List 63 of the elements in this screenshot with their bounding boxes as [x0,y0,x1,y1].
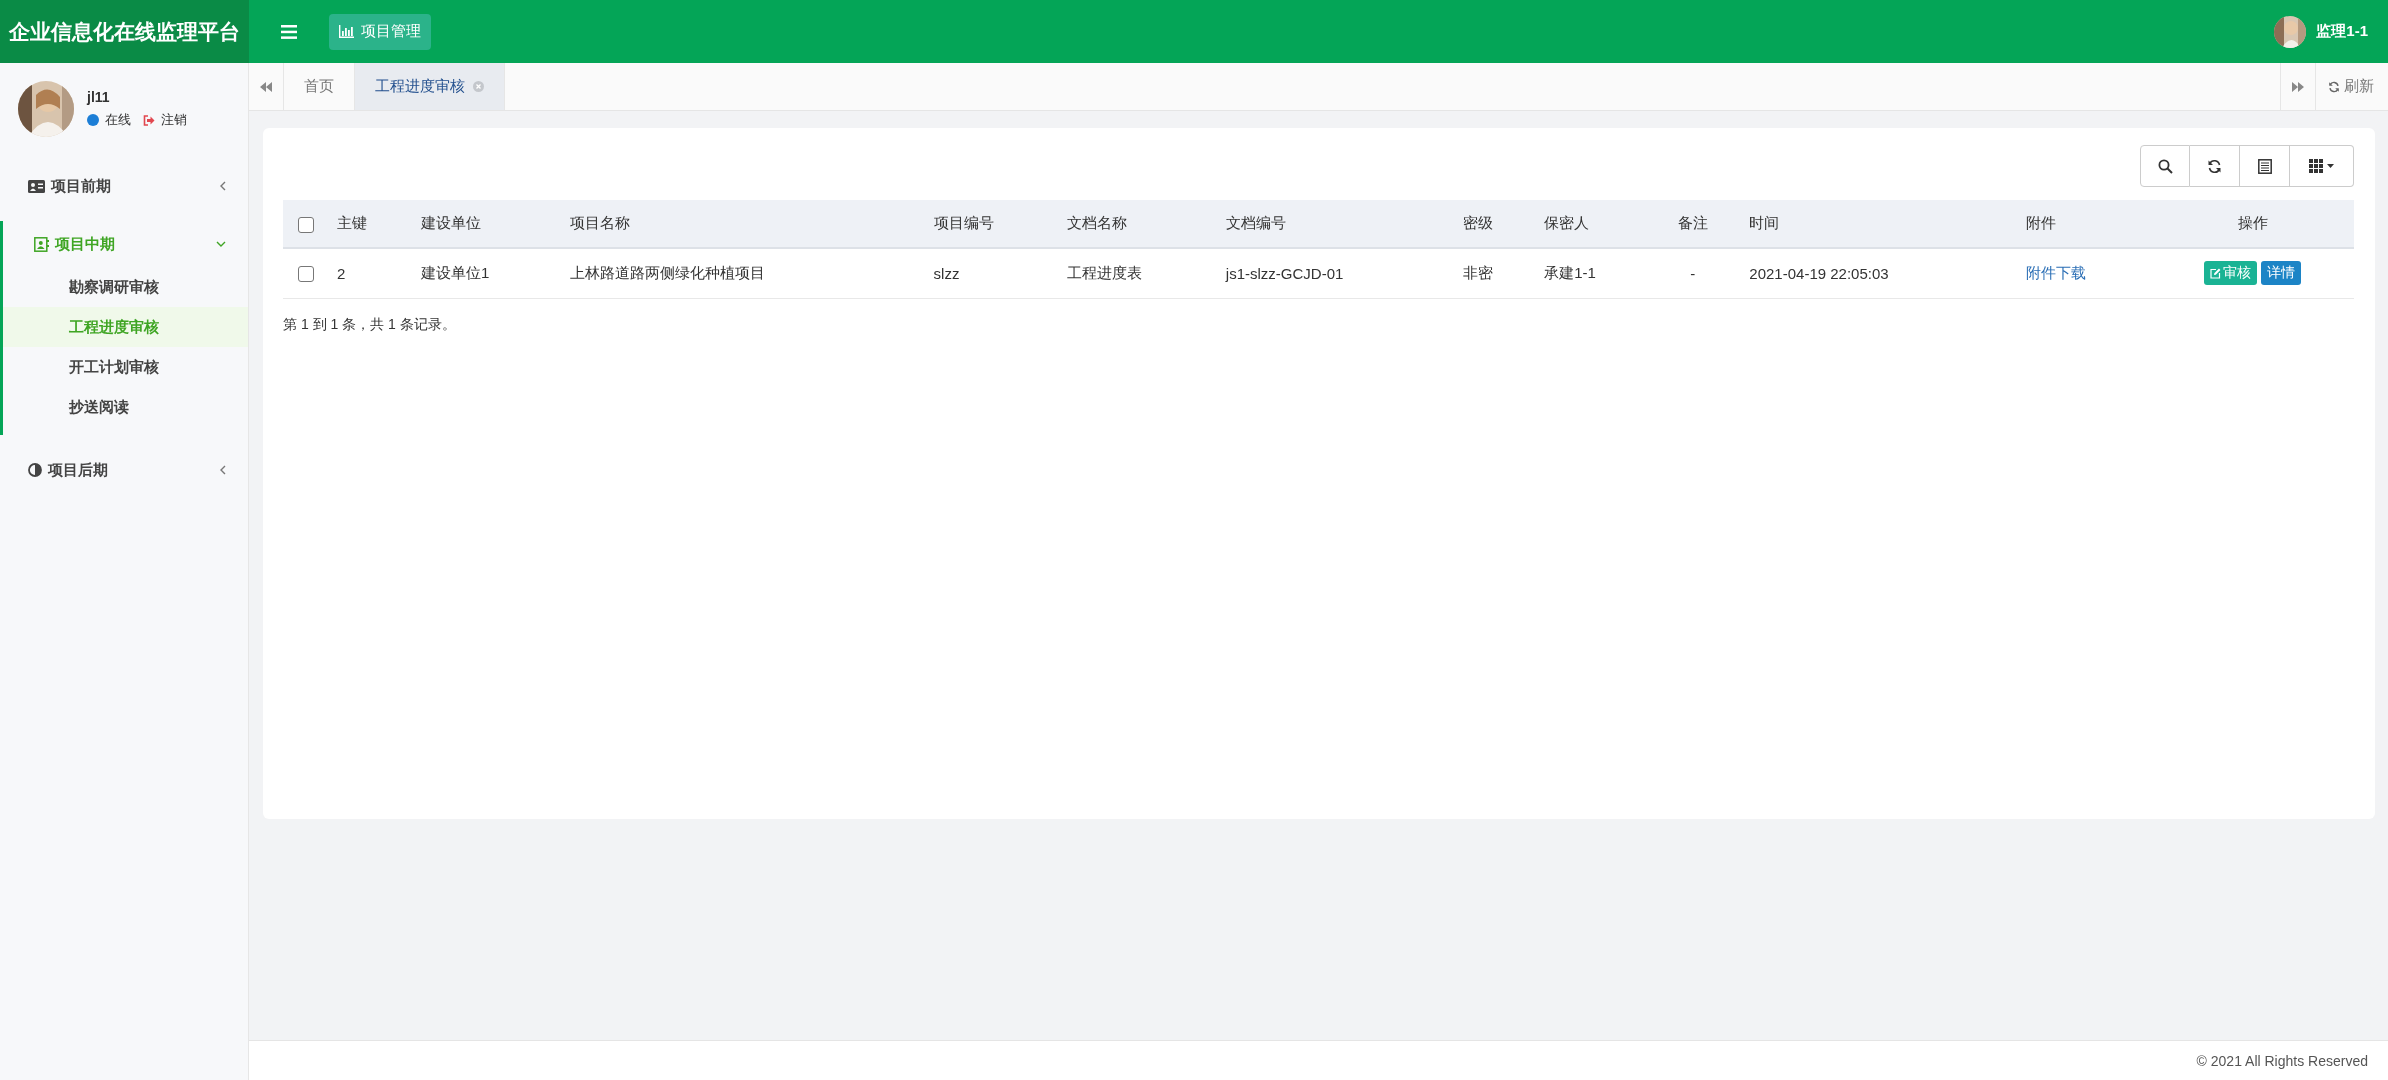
column-header: 密级 [1463,214,1494,231]
table-cell: 2 [337,264,346,282]
half-circle-icon [28,463,42,477]
column-header: 操作 [2237,214,2268,231]
menu-item[interactable]: 项目后期 [0,447,248,493]
table-cell: 2021-04-19 22:05:03 [1749,264,1889,282]
column-header: 项目编号 [933,214,994,231]
search-button[interactable] [2140,145,2190,187]
logout-link[interactable]: 注销 [161,111,187,129]
submenu-item[interactable]: 勘察调研审核 [3,267,248,307]
table-cell: 建设单位1 [421,263,490,281]
reload-button[interactable] [2190,145,2240,187]
checkbox[interactable] [298,266,314,283]
bar-chart-icon [339,25,354,38]
toggle-view-button[interactable] [2240,145,2290,187]
submenu-item[interactable]: 工程进度审核 [3,307,248,347]
double-left-icon [260,81,272,92]
id-card-icon [28,179,45,193]
chevron-icon [219,181,226,191]
refresh-icon [2328,80,2340,93]
app-title: 企业信息化在线监理平台 [9,18,240,46]
table-cell: 工程进度表 [1066,263,1142,281]
column-header: 文档名称 [1066,214,1127,231]
menu-item[interactable]: 项目前期 [0,163,248,209]
column-header: 主键 [337,214,368,231]
column-header: 时间 [1749,214,1780,231]
column-header: 文档编号 [1225,214,1286,231]
detail-button[interactable]: 详情 [2261,261,2302,286]
refresh-icon [2207,158,2222,174]
user-name[interactable]: 监理1-1 [2316,22,2368,41]
table-cell: 上林路道路两侧绿化种植项目 [570,263,766,281]
status-text: 在线 [105,111,131,129]
list-icon [2257,158,2272,174]
checkbox[interactable] [298,216,314,233]
logout-icon[interactable] [143,114,155,126]
pagination-text: 第 1 到 1 条，共 1 条记录。 [283,315,457,334]
grid-icon [2308,159,2335,173]
table-cell: slzz [933,264,960,282]
chevron-icon [216,240,226,248]
columns-button[interactable] [2290,145,2354,187]
download-link[interactable]: 附件下载 [2025,263,2086,281]
table-cell: js1-slzz-GCJD-01 [1225,264,1344,282]
column-header: 附件 [2025,214,2056,231]
tab[interactable]: 工程进度审核 [355,63,505,110]
submenu-item[interactable]: 抄送阅读 [3,387,248,427]
table-cell: 非密 [1463,263,1494,281]
column-header: 项目名称 [570,214,631,231]
search-icon [2157,158,2173,174]
column-header: 备注 [1677,214,1708,231]
column-header: 保密人 [1544,214,1590,231]
copyright-text: © 2021 All Rights Reserved [2196,1052,2368,1069]
submenu-item[interactable]: 开工计划审核 [3,347,248,387]
column-header: 建设单位 [421,214,482,231]
edit-icon [2210,267,2222,279]
chevron-icon [219,465,226,475]
user-name: jl11 [87,89,111,105]
table-cell: - [1690,264,1696,282]
table-cell: 承建1-1 [1544,263,1596,281]
refresh-button[interactable]: 刷新 [2315,63,2388,110]
double-right-icon [2292,81,2304,92]
contact-icon [34,236,49,252]
menu-icon[interactable] [281,24,297,39]
menu-item[interactable]: 项目中期 [3,221,248,267]
